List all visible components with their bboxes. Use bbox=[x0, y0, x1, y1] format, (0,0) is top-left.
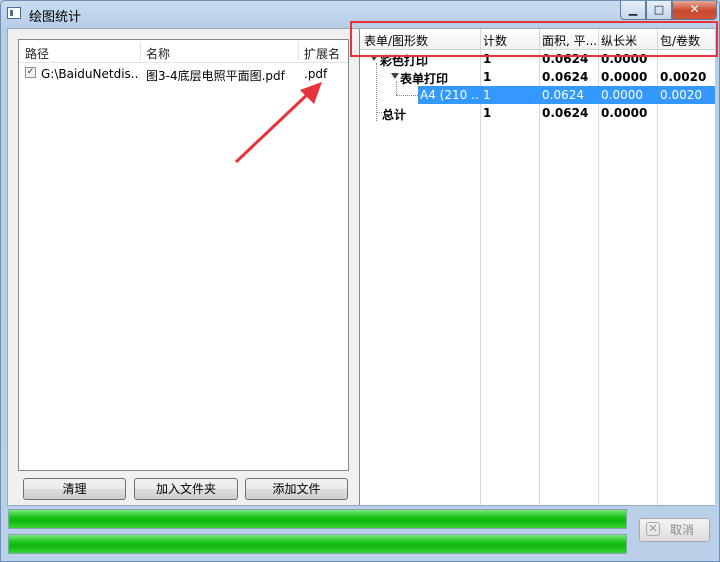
tree-row-form-print[interactable]: 表单打印 1 0.0624 0.0000 0.0020 bbox=[360, 68, 715, 86]
app-icon bbox=[7, 7, 21, 19]
stats-tree[interactable]: 表单/图形数 计数 面积, 平... 纵长米 包/卷数 彩色打印 1 0.062… bbox=[359, 29, 715, 505]
row-area: 0.0624 bbox=[542, 88, 584, 102]
row-count: 1 bbox=[483, 70, 492, 84]
cancel-icon: ✕ bbox=[646, 522, 660, 536]
app-window: 绘图统计 ▁ □ ✕ 路径 名称 扩展名 ✓ G:\BaiduNetdis...… bbox=[0, 0, 720, 562]
file-path: G:\BaiduNetdis... bbox=[41, 67, 139, 81]
maximize-button[interactable]: □ bbox=[646, 1, 672, 20]
row-length: 0.0000 bbox=[601, 70, 648, 84]
row-length: 0.0000 bbox=[601, 106, 648, 120]
row-length: 0.0000 bbox=[601, 88, 643, 102]
progress-bar-1 bbox=[8, 509, 627, 529]
header-ext[interactable]: 扩展名 bbox=[304, 45, 340, 62]
add-folder-button[interactable]: 加入文件夹 bbox=[134, 478, 238, 500]
progress-bar-2 bbox=[8, 534, 627, 554]
collapse-icon[interactable] bbox=[391, 73, 399, 79]
row-label: 总计 bbox=[382, 108, 407, 122]
add-file-button[interactable]: 添加文件 bbox=[245, 478, 348, 500]
row-label: A4 (210 ... bbox=[420, 88, 478, 102]
minimize-button[interactable]: ▁ bbox=[620, 1, 646, 20]
header-name[interactable]: 名称 bbox=[146, 45, 170, 62]
row-area: 0.0624 bbox=[542, 70, 589, 84]
file-list-header: 路径 名称 扩展名 bbox=[19, 40, 348, 63]
header-path[interactable]: 路径 bbox=[25, 45, 49, 62]
progress-fill-1 bbox=[9, 510, 626, 528]
clear-button[interactable]: 清理 bbox=[23, 478, 126, 500]
tree-row-total[interactable]: 总计 1 0.0624 0.0000 bbox=[360, 104, 715, 122]
red-arrow-annotation bbox=[234, 82, 322, 164]
row-label: 表单打印 bbox=[400, 72, 449, 86]
cancel-label: 取消 bbox=[670, 523, 695, 537]
row-rolls: 0.0020 bbox=[660, 70, 707, 84]
row-rolls: 0.0020 bbox=[660, 88, 702, 102]
row-count: 1 bbox=[483, 88, 491, 102]
row-count: 1 bbox=[483, 106, 492, 120]
close-button[interactable]: ✕ bbox=[672, 1, 717, 20]
window-title: 绘图统计 bbox=[29, 10, 82, 25]
red-highlight-box bbox=[350, 21, 718, 57]
file-checkbox[interactable]: ✓ bbox=[25, 67, 36, 78]
row-area: 0.0624 bbox=[542, 106, 589, 120]
cancel-button[interactable]: ✕ 取消 bbox=[639, 518, 710, 542]
progress-fill-2 bbox=[9, 535, 626, 553]
client-area: 路径 名称 扩展名 ✓ G:\BaiduNetdis... 图3-4底层电照平面… bbox=[7, 28, 715, 506]
tree-row-a4[interactable]: A4 (210 ... 1 0.0624 0.0000 0.0020 bbox=[360, 86, 715, 104]
